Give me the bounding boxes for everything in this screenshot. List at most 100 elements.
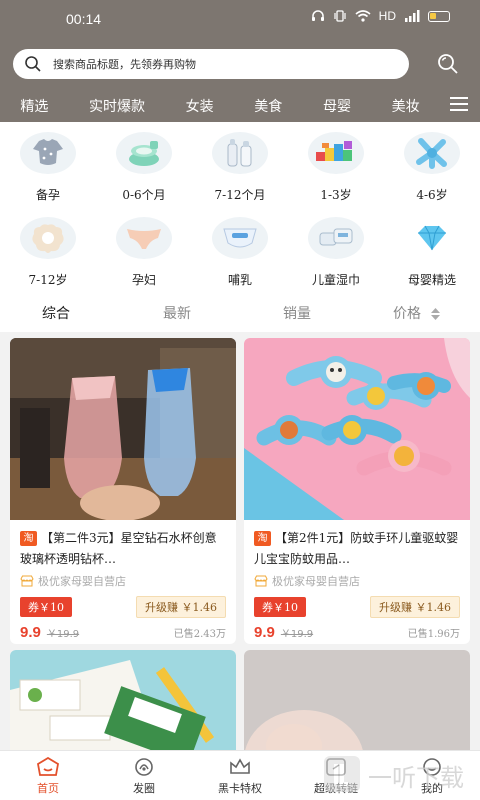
shop-name: 极优家母婴自营店: [254, 572, 460, 590]
nav-moments[interactable]: 发圈: [96, 751, 192, 800]
grid-item-1-3-years[interactable]: 1-3岁: [288, 132, 384, 203]
grid-label: 母婴精选: [407, 273, 456, 287]
product-card[interactable]: [10, 650, 236, 750]
upgrade-earn-badge: 升级赚 ￥1.46: [370, 596, 460, 618]
grid-item-0-6-months[interactable]: 0-6个月: [96, 132, 192, 203]
tab-featured[interactable]: 精选: [20, 96, 48, 116]
nav-mine[interactable]: 我的: [384, 751, 480, 800]
bottles-icon: [212, 132, 268, 174]
store-icon: [254, 575, 268, 587]
tab-beauty[interactable]: 美妆: [392, 96, 420, 116]
potty-icon: [116, 132, 172, 174]
shop-name: 极优家母婴自营店: [20, 572, 226, 590]
taobao-badge: 淘: [20, 531, 37, 546]
headphones-icon: [311, 10, 324, 21]
grid-item-baby-picks[interactable]: 母婴精选: [384, 217, 480, 288]
teether-icon: [404, 132, 460, 174]
sort-newest[interactable]: 最新: [163, 303, 191, 323]
bib-icon: [20, 217, 76, 259]
search-icon: [13, 49, 53, 79]
link-icon: [326, 758, 346, 776]
search-placeholder: 搜索商品标题，先领券再购物: [53, 58, 196, 71]
sold-count: 已售2.43万: [173, 629, 226, 640]
smile-icon: [423, 758, 441, 776]
diaper-icon: [212, 217, 268, 259]
diamond-icon: [404, 217, 460, 259]
grid-label: 0-6个月: [122, 188, 166, 202]
status-icons: HD: [311, 9, 450, 23]
product-image-bracelets: [244, 338, 470, 520]
grid-label: 7-12个月: [214, 188, 266, 202]
price: 9.9: [254, 624, 275, 641]
search-input[interactable]: 搜索商品标题，先领券再购物: [13, 49, 409, 79]
original-price: ￥19.9: [46, 629, 80, 640]
broadcast-icon: [135, 758, 153, 776]
nav-label: 黑卡特权: [218, 782, 262, 795]
grid-item-prepregnancy[interactable]: 备孕: [0, 132, 96, 203]
grid-item-7-12-years[interactable]: 7-12岁: [0, 217, 96, 288]
bottom-nav: 首页 发圈 黑卡特权 超级转链 我的: [0, 750, 480, 800]
underwear-icon: [116, 217, 172, 259]
grid-label: 孕妇: [131, 273, 156, 287]
original-price: ￥19.9: [280, 629, 314, 640]
product-image-cups: [10, 338, 236, 520]
search-icon: [438, 54, 458, 74]
store-icon: [20, 575, 34, 587]
product-card[interactable]: 淘【第二件3元】星空钻石水杯创意玻璃杯透明钻杯… 极优家母婴自营店 券￥10 升…: [10, 338, 236, 644]
vibrate-icon: [334, 10, 346, 22]
tab-womens[interactable]: 女装: [186, 96, 214, 116]
coupon-badge: 券￥10: [254, 597, 306, 617]
status-time: 00:14: [66, 11, 102, 27]
coupon-badge: 券￥10: [20, 597, 72, 617]
status-bar: 00:14 HD: [0, 0, 480, 36]
signal-icon: [405, 10, 420, 22]
upgrade-earn-badge: 升级赚 ￥1.46: [136, 596, 226, 618]
grid-label: 哺乳: [227, 273, 252, 287]
onesie-icon: [20, 132, 76, 174]
nav-label: 发圈: [133, 782, 155, 795]
price: 9.9: [20, 624, 41, 641]
grid-label: 4-6岁: [416, 188, 448, 202]
sort-price[interactable]: 价格: [393, 303, 441, 323]
nav-super-link[interactable]: 超级转链: [288, 751, 384, 800]
sold-count: 已售1.96万: [407, 629, 460, 640]
category-tabs: 精选 实时爆款 女装 美食 母婴 美妆: [0, 93, 440, 119]
grid-item-7-12-months[interactable]: 7-12个月: [192, 132, 288, 203]
grid-label: 儿童湿巾: [311, 273, 360, 287]
nav-home[interactable]: 首页: [0, 751, 96, 800]
product-image-baby: [244, 650, 470, 750]
wifi-icon: [355, 10, 371, 22]
product-card[interactable]: 淘【第2件1元】防蚊手环儿童驱蚊婴儿宝宝防蚊用品… 极优家母婴自营店 券￥10 …: [244, 338, 470, 644]
product-title: 淘【第2件1元】防蚊手环儿童驱蚊婴儿宝宝防蚊用品…: [254, 531, 459, 566]
tab-food[interactable]: 美食: [254, 96, 282, 116]
product-title: 淘【第二件3元】星空钻石水杯创意玻璃杯透明钻杯…: [20, 531, 217, 566]
product-image-stickers: [10, 650, 236, 750]
grid-label: 7-12岁: [28, 273, 68, 287]
grid-item-maternity[interactable]: 孕妇: [96, 217, 192, 288]
grid-label: 备孕: [35, 188, 60, 202]
tab-hot[interactable]: 实时爆款: [89, 96, 145, 116]
category-grid: 备孕 0-6个月 7-12个月 1-3岁 4-6岁 7-12岁 孕妇 哺乳 儿童…: [0, 122, 480, 294]
tab-baby[interactable]: 母婴: [323, 96, 351, 116]
sort-sales[interactable]: 销量: [283, 303, 311, 323]
nav-label: 首页: [37, 782, 59, 795]
crown-icon: [230, 758, 250, 774]
nav-label: 我的: [421, 782, 443, 795]
header-search-button[interactable]: [434, 50, 462, 78]
grid-label: 1-3岁: [320, 188, 352, 202]
nav-label: 超级转链: [314, 782, 358, 795]
grid-item-4-6-years[interactable]: 4-6岁: [384, 132, 480, 203]
nav-black-card[interactable]: 黑卡特权: [192, 751, 288, 800]
wipes-icon: [308, 217, 364, 259]
header: 搜索商品标题，先领券再购物 精选 实时爆款 女装 美食 母婴 美妆: [0, 36, 480, 122]
product-card[interactable]: [244, 650, 470, 750]
sort-price-label: 价格: [393, 306, 421, 322]
grid-item-kids-wipes[interactable]: 儿童湿巾: [288, 217, 384, 288]
home-icon: [37, 757, 59, 776]
sort-arrows-icon: [431, 308, 441, 320]
grid-item-nursing[interactable]: 哺乳: [192, 217, 288, 288]
sort-comprehensive[interactable]: 综合: [42, 303, 70, 323]
battery-icon: [428, 10, 450, 22]
network-label: HD: [378, 9, 396, 23]
menu-icon[interactable]: [450, 97, 468, 111]
